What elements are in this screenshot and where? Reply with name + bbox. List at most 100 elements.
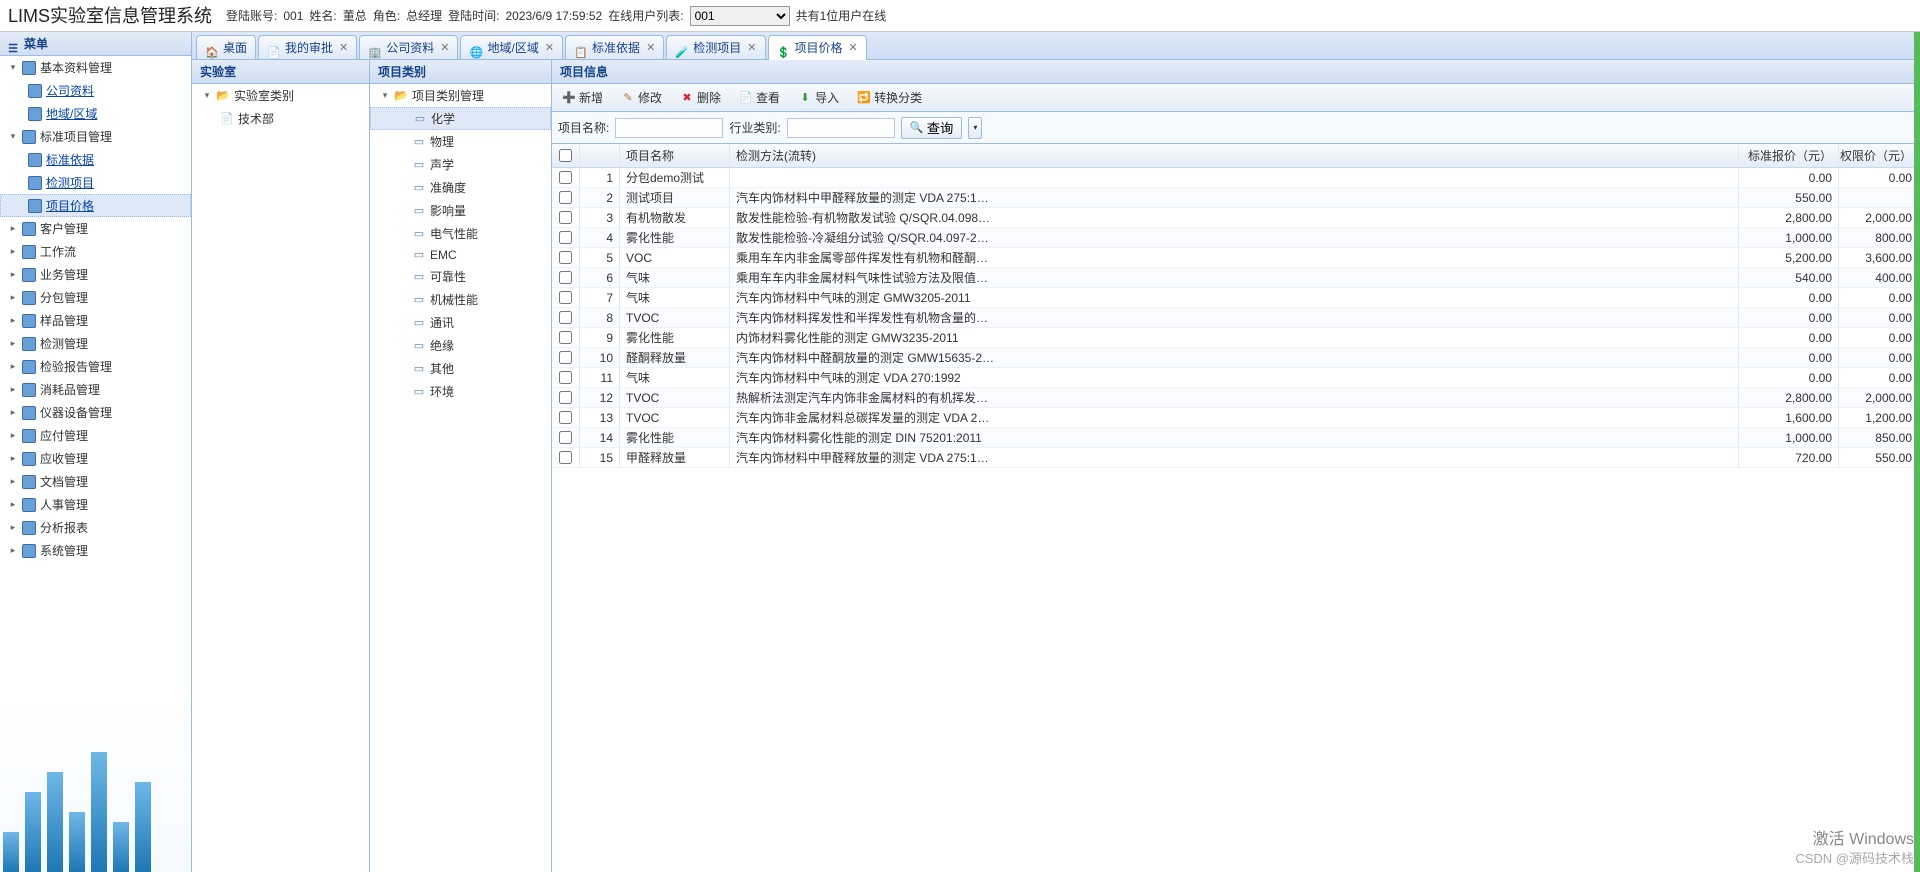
- row-checkbox[interactable]: [559, 271, 572, 284]
- table-row[interactable]: 7 气味 汽车内饰材料中气味的测定 GMW3205-2011 0.00 0.00: [552, 288, 1919, 308]
- sidebar-item[interactable]: 标准依据: [0, 148, 191, 171]
- sidebar-group[interactable]: ▸消耗品管理: [0, 378, 191, 401]
- category-item[interactable]: ▭物理: [370, 130, 551, 153]
- sidebar-group[interactable]: ▸仪器设备管理: [0, 401, 191, 424]
- sidebar-group[interactable]: ▾基本资料管理: [0, 56, 191, 79]
- row-checkbox[interactable]: [559, 331, 572, 344]
- tab-home[interactable]: 🏠桌面: [196, 35, 256, 59]
- table-row[interactable]: 11 气味 汽车内饰材料中气味的测定 VDA 270:1992 0.00 0.0…: [552, 368, 1919, 388]
- table-row[interactable]: 10 醛酮释放量 汽车内饰材料中醛酮放量的测定 GMW15635-2… 0.00…: [552, 348, 1919, 368]
- table-row[interactable]: 12 TVOC 热解析法测定汽车内饰非金属材料的有机挥发… 2,800.00 2…: [552, 388, 1919, 408]
- category-item[interactable]: ▭EMC: [370, 245, 551, 265]
- edit-button[interactable]: ✎修改: [617, 87, 666, 108]
- sidebar-group[interactable]: ▸应付管理: [0, 424, 191, 447]
- sidebar-group[interactable]: ▸检验报告管理: [0, 355, 191, 378]
- sidebar-group[interactable]: ▸客户管理: [0, 217, 191, 240]
- lab-tree-root[interactable]: ▾ 📂 实验室类别: [192, 84, 369, 107]
- row-checkbox[interactable]: [559, 211, 572, 224]
- tab-price[interactable]: 💲项目价格✕: [768, 35, 867, 60]
- filter-industry-input[interactable]: [787, 118, 895, 138]
- table-row[interactable]: 1 分包demo测试 0.00 0.00: [552, 168, 1919, 188]
- sidebar-group[interactable]: ▸业务管理: [0, 263, 191, 286]
- row-checkbox[interactable]: [559, 231, 572, 244]
- row-checkbox[interactable]: [559, 171, 572, 184]
- sidebar-group[interactable]: ▸工作流: [0, 240, 191, 263]
- convert-button[interactable]: 🔁转换分类: [853, 87, 926, 108]
- row-checkbox[interactable]: [559, 391, 572, 404]
- sidebar-group[interactable]: ▸文档管理: [0, 470, 191, 493]
- close-icon[interactable]: ✕: [545, 36, 554, 60]
- row-checkbox[interactable]: [559, 371, 572, 384]
- tab-region[interactable]: 🌐地域/区域✕: [460, 35, 563, 59]
- category-item[interactable]: ▭可靠性: [370, 265, 551, 288]
- online-users-select[interactable]: 001: [690, 6, 790, 26]
- table-row[interactable]: 3 有机物散发 散发性能检验-有机物散发试验 Q/SQR.04.098… 2,8…: [552, 208, 1919, 228]
- row-checkbox[interactable]: [559, 431, 572, 444]
- close-icon[interactable]: ✕: [339, 36, 348, 60]
- tab-standard[interactable]: 📋标准依据✕: [565, 35, 664, 59]
- grid-col-method[interactable]: 检测方法(流转): [730, 144, 1739, 167]
- sidebar-item[interactable]: 项目价格: [0, 194, 191, 217]
- category-item[interactable]: ▭化学: [370, 107, 551, 130]
- delete-button[interactable]: ✖删除: [676, 87, 725, 108]
- category-item[interactable]: ▭影响量: [370, 199, 551, 222]
- sidebar-group[interactable]: ▸应收管理: [0, 447, 191, 470]
- tab-company[interactable]: 🏢公司资料✕: [359, 35, 458, 59]
- sidebar-group[interactable]: ▸检测管理: [0, 332, 191, 355]
- import-button[interactable]: ⬇导入: [794, 87, 843, 108]
- table-row[interactable]: 14 雾化性能 汽车内饰材料雾化性能的测定 DIN 75201:2011 1,0…: [552, 428, 1919, 448]
- row-checkbox[interactable]: [559, 311, 572, 324]
- table-row[interactable]: 4 雾化性能 散发性能检验-冷凝组分试验 Q/SQR.04.097-2… 1,0…: [552, 228, 1919, 248]
- sidebar-group[interactable]: ▸分包管理: [0, 286, 191, 309]
- category-item[interactable]: ▭准确度: [370, 176, 551, 199]
- table-row[interactable]: 13 TVOC 汽车内饰非金属材料总碳挥发量的测定 VDA 2… 1,600.0…: [552, 408, 1919, 428]
- category-item[interactable]: ▭其他: [370, 357, 551, 380]
- new-button[interactable]: ➕新增: [558, 87, 607, 108]
- sidebar-group[interactable]: ▸系统管理: [0, 539, 191, 562]
- table-row[interactable]: 5 VOC 乘用车车内非金属零部件挥发性有机物和醛酮… 5,200.00 3,6…: [552, 248, 1919, 268]
- sidebar-group[interactable]: ▸人事管理: [0, 493, 191, 516]
- sidebar-group[interactable]: ▸样品管理: [0, 309, 191, 332]
- category-item[interactable]: ▭环境: [370, 380, 551, 403]
- table-row[interactable]: 9 雾化性能 内饰材料雾化性能的测定 GMW3235-2011 0.00 0.0…: [552, 328, 1919, 348]
- row-checkbox[interactable]: [559, 411, 572, 424]
- lab-tree-child[interactable]: 📄 技术部: [192, 107, 369, 130]
- category-item[interactable]: ▭声学: [370, 153, 551, 176]
- close-icon[interactable]: ✕: [440, 36, 449, 60]
- row-checkbox[interactable]: [559, 191, 572, 204]
- sidebar-group[interactable]: ▾标准项目管理: [0, 125, 191, 148]
- row-checkbox[interactable]: [559, 351, 572, 364]
- grid-col-price[interactable]: 标准报价（元）: [1739, 144, 1839, 167]
- table-row[interactable]: 8 TVOC 汽车内饰材料挥发性和半挥发性有机物含量的… 0.00 0.00: [552, 308, 1919, 328]
- category-item[interactable]: ▭机械性能: [370, 288, 551, 311]
- table-row[interactable]: 15 甲醛释放量 汽车内饰材料中甲醛释放量的测定 VDA 275:1… 720.…: [552, 448, 1919, 468]
- row-checkbox[interactable]: [559, 451, 572, 464]
- close-icon[interactable]: ✕: [646, 36, 655, 60]
- query-split-button[interactable]: ▾: [968, 117, 982, 139]
- view-button[interactable]: 📄查看: [735, 87, 784, 108]
- row-checkbox[interactable]: [559, 291, 572, 304]
- row-name: 雾化性能: [620, 328, 730, 347]
- category-item[interactable]: ▭电气性能: [370, 222, 551, 245]
- grid-col-limit[interactable]: 权限价（元）: [1839, 144, 1919, 167]
- sidebar-item[interactable]: 公司资料: [0, 79, 191, 102]
- tab-doc[interactable]: 📄我的审批✕: [258, 35, 357, 59]
- tab-test[interactable]: 🧪检测项目✕: [666, 35, 765, 59]
- sidebar-item[interactable]: 检测项目: [0, 171, 191, 194]
- table-row[interactable]: 2 测试项目 汽车内饰材料中甲醛释放量的测定 VDA 275:1… 550.00: [552, 188, 1919, 208]
- check-all-box[interactable]: [559, 149, 572, 162]
- row-checkbox[interactable]: [559, 251, 572, 264]
- category-tree-root[interactable]: ▾ 📂 项目类别管理: [370, 84, 551, 107]
- sidebar-item[interactable]: 地域/区域: [0, 102, 191, 125]
- filter-name-input[interactable]: [615, 118, 723, 138]
- sidebar-group[interactable]: ▸分析报表: [0, 516, 191, 539]
- table-row[interactable]: 6 气味 乘用车车内非金属材料气味性试验方法及限值… 540.00 400.00: [552, 268, 1919, 288]
- row-name: 气味: [620, 288, 730, 307]
- query-button[interactable]: 🔍查询: [901, 117, 963, 139]
- category-item[interactable]: ▭绝缘: [370, 334, 551, 357]
- category-item[interactable]: ▭通讯: [370, 311, 551, 334]
- close-icon[interactable]: ✕: [849, 36, 858, 60]
- close-icon[interactable]: ✕: [747, 36, 756, 60]
- grid-col-name[interactable]: 项目名称: [620, 144, 730, 167]
- grid-check-all[interactable]: [552, 144, 580, 167]
